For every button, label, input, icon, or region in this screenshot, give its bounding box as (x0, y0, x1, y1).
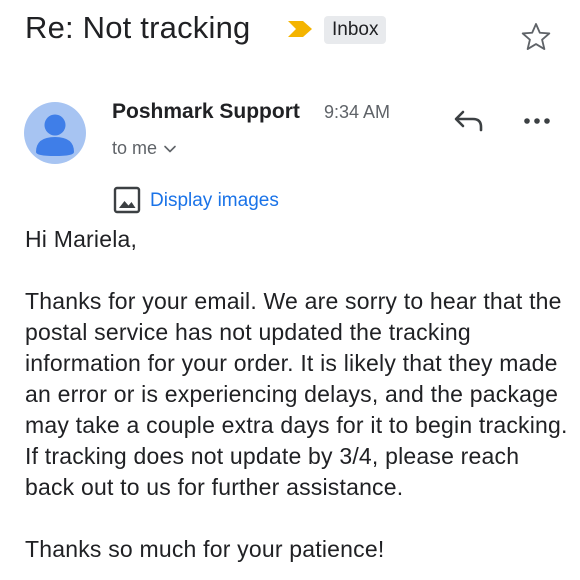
inbox-label[interactable]: Inbox (324, 16, 387, 44)
image-icon[interactable] (113, 186, 141, 214)
star-icon[interactable] (519, 20, 553, 54)
body-paragraph: Thanks for your email. We are sorry to h… (25, 288, 568, 500)
display-images-link[interactable]: Display images (150, 190, 279, 212)
person-avatar-icon (36, 114, 74, 156)
more-options-icon[interactable] (520, 110, 554, 130)
email-body: Hi Mariela, Thanks for your email. We ar… (25, 224, 570, 565)
sender-avatar[interactable] (24, 102, 86, 164)
importance-marker-icon[interactable] (286, 19, 314, 39)
sender-name: Poshmark Support (112, 100, 300, 123)
message-time: 9:34 AM (324, 102, 391, 122)
closing-line: Thanks so much for your patience! (25, 536, 385, 562)
greeting: Hi Mariela, (25, 226, 138, 252)
recipient-details[interactable]: to me (112, 138, 177, 159)
recipient-label: to me (112, 138, 158, 158)
reply-icon[interactable] (451, 106, 487, 136)
chevron-down-icon (164, 145, 176, 152)
email-subject: Re: Not tracking (25, 10, 251, 45)
